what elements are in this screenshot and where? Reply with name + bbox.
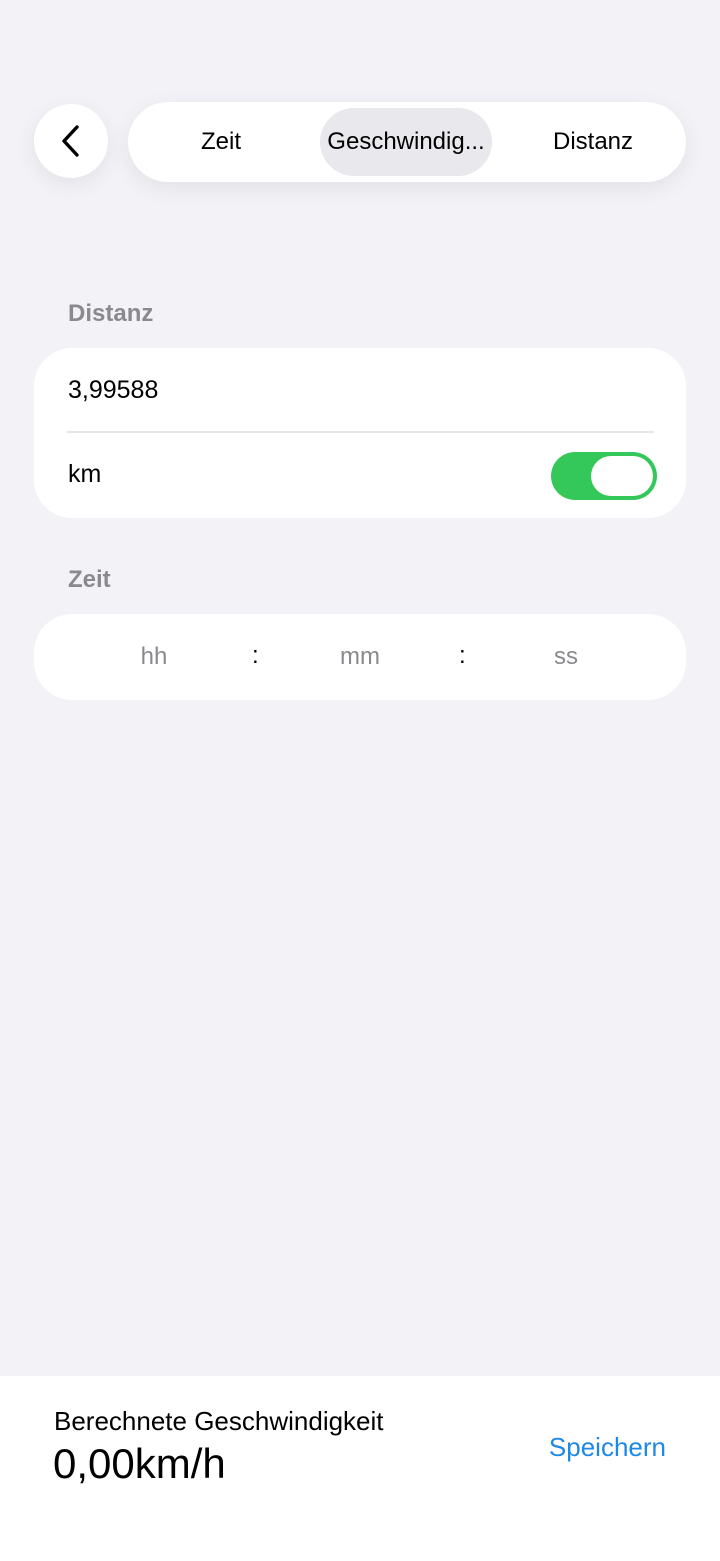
result-title: Berechnete Geschwindigkeit [54,1406,384,1436]
distance-card: km [34,348,686,518]
unit-toggle[interactable] [551,452,657,500]
chevron-left-icon [59,124,83,158]
toggle-knob [591,456,653,496]
result-value: 0,00km/h [53,1440,226,1487]
divider [67,431,654,433]
minutes-input[interactable] [310,614,410,700]
hours-input[interactable] [104,614,204,700]
distance-section-label: Distanz [68,300,154,327]
seconds-input[interactable] [516,614,616,700]
tab-speed[interactable]: Geschwindig... [320,108,492,176]
save-button[interactable]: Speichern [549,1432,666,1463]
back-button[interactable] [34,104,108,178]
time-section-label: Zeit [68,566,111,593]
mode-segmented-control: Zeit Geschwindig... Distanz [128,102,686,182]
tab-distance[interactable]: Distanz [500,108,686,176]
time-separator: : [459,642,466,669]
distance-input[interactable] [68,368,654,412]
speed-calculator-screen: Zeit Geschwindig... Distanz Distanz km Z… [0,0,720,1561]
time-separator: : [252,642,259,669]
unit-label: km [68,460,102,488]
result-bar: Berechnete Geschwindigkeit 0,00km/h Spei… [0,1376,720,1561]
time-card: : : [34,614,686,700]
tab-time[interactable]: Zeit [128,108,314,176]
